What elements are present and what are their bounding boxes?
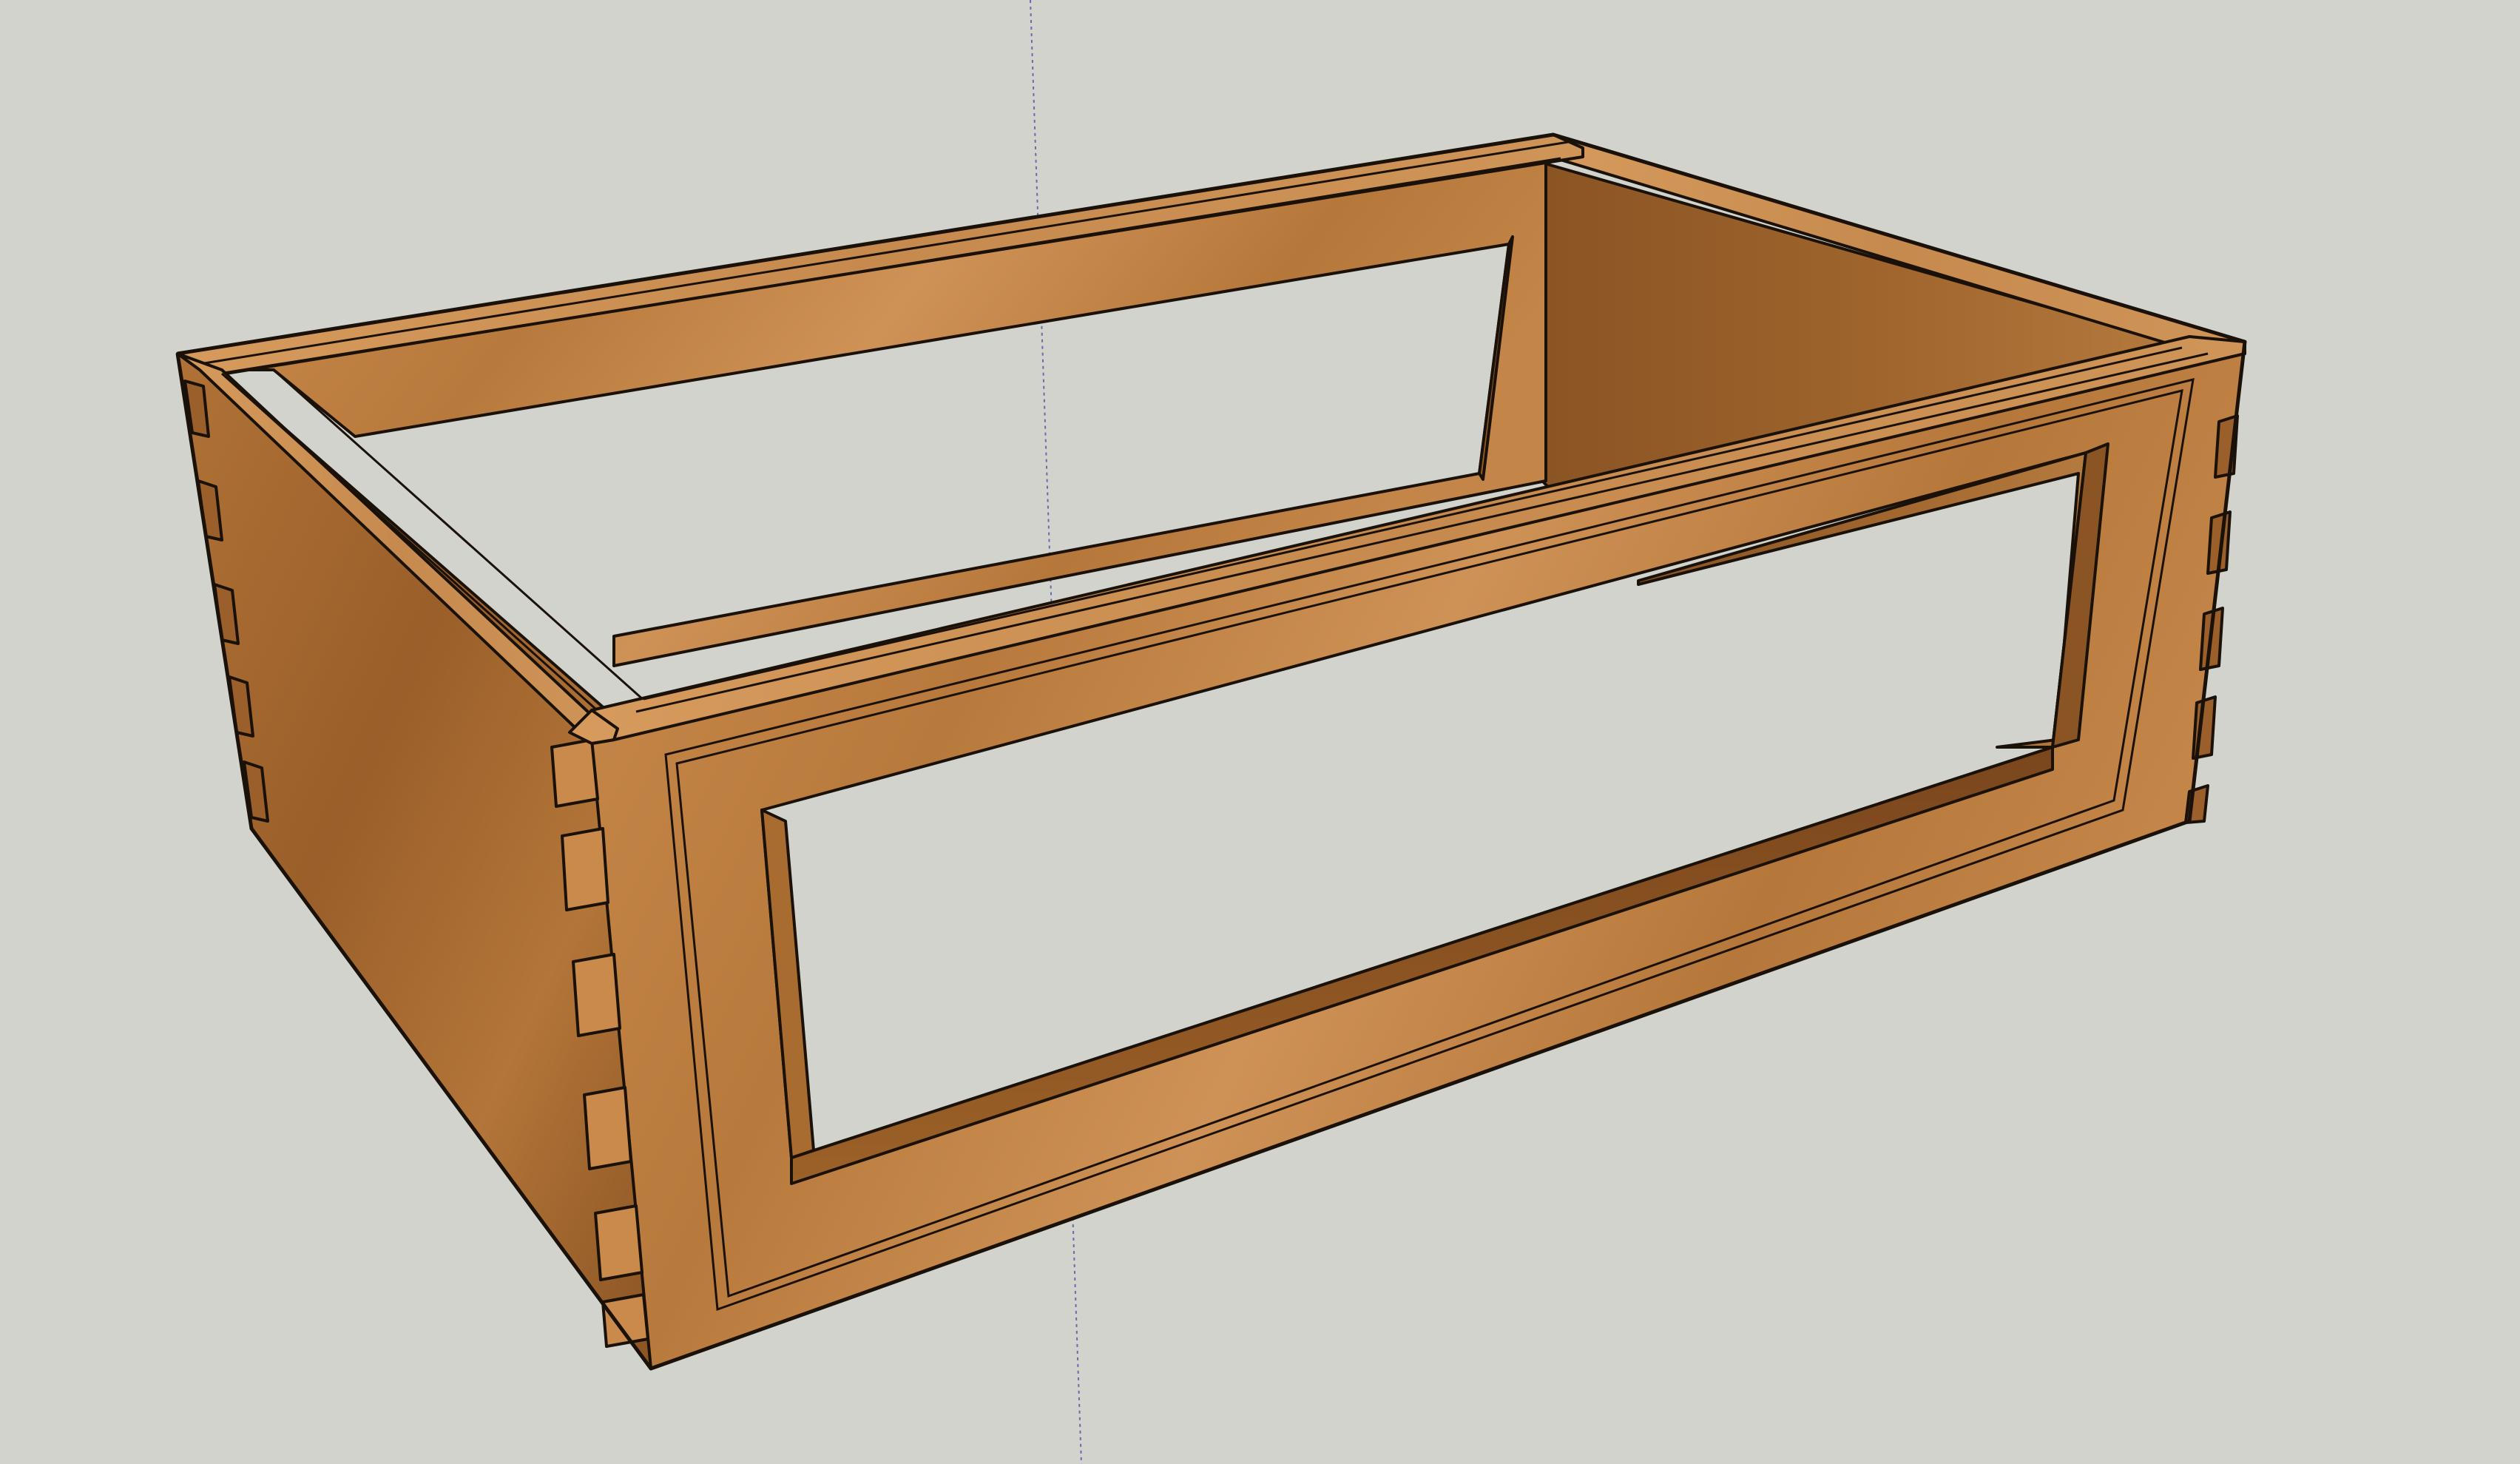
modeling-viewport[interactable] bbox=[0, 0, 2520, 1464]
drawer-box-model[interactable] bbox=[175, 132, 2247, 1371]
